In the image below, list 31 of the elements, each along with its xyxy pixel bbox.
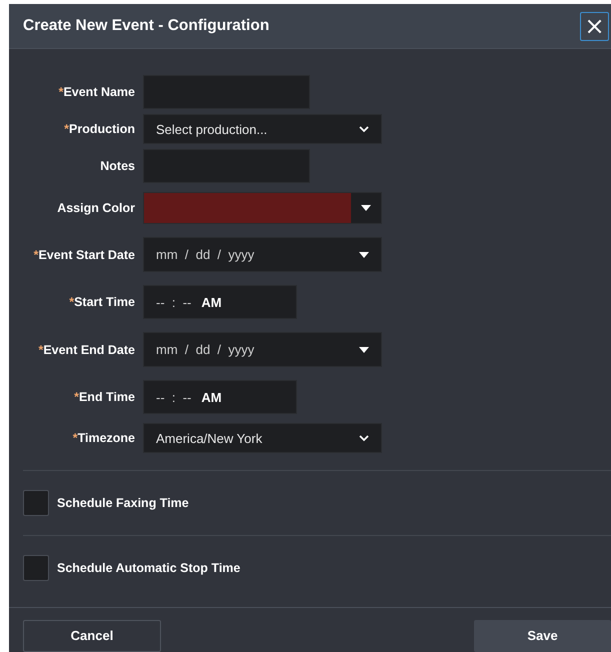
save-button[interactable]: Save — [474, 620, 611, 652]
time-input-field[interactable]: -- : -- AM — [143, 285, 297, 320]
checkbox-label: Schedule Faxing Time — [57, 496, 189, 510]
field-label: Assign Color — [57, 201, 135, 216]
chevron-down-icon — [359, 126, 369, 133]
field-label: *Timezone — [72, 431, 135, 446]
field-label: *Production — [64, 122, 135, 136]
checkbox[interactable] — [23, 555, 49, 582]
select-dropdown[interactable]: America/New York — [143, 423, 382, 454]
dropdown-triangle-icon — [361, 205, 371, 212]
checkbox-label: Schedule Automatic Stop Time — [57, 561, 240, 576]
close-button[interactable]: × — [580, 12, 609, 41]
text-input-field[interactable] — [143, 149, 310, 184]
field-label: Notes — [100, 159, 135, 174]
field-label: *Event End Date — [38, 342, 135, 357]
checkbox[interactable] — [23, 490, 49, 516]
field-label: *Event Start Date — [34, 248, 135, 262]
color-picker[interactable] — [143, 192, 382, 224]
date-picker-field[interactable]: mm / dd / yyyy — [143, 332, 382, 368]
text-input-field[interactable] — [143, 75, 310, 110]
select-dropdown[interactable]: Select production... — [143, 114, 382, 144]
field-label: *Event Name — [58, 85, 135, 100]
chevron-down-icon — [359, 434, 369, 442]
dialog-title: Create New Event - Configuration — [23, 17, 270, 36]
date-picker-field[interactable]: mm / dd / yyyy — [143, 237, 382, 272]
time-input-field[interactable]: -- : -- AM — [143, 380, 297, 414]
dropdown-triangle-icon — [359, 346, 369, 353]
cancel-button[interactable]: Cancel — [23, 620, 161, 652]
field-label: *Start Time — [69, 295, 135, 310]
field-label: *End Time — [74, 390, 135, 404]
dropdown-triangle-icon — [359, 252, 369, 258]
